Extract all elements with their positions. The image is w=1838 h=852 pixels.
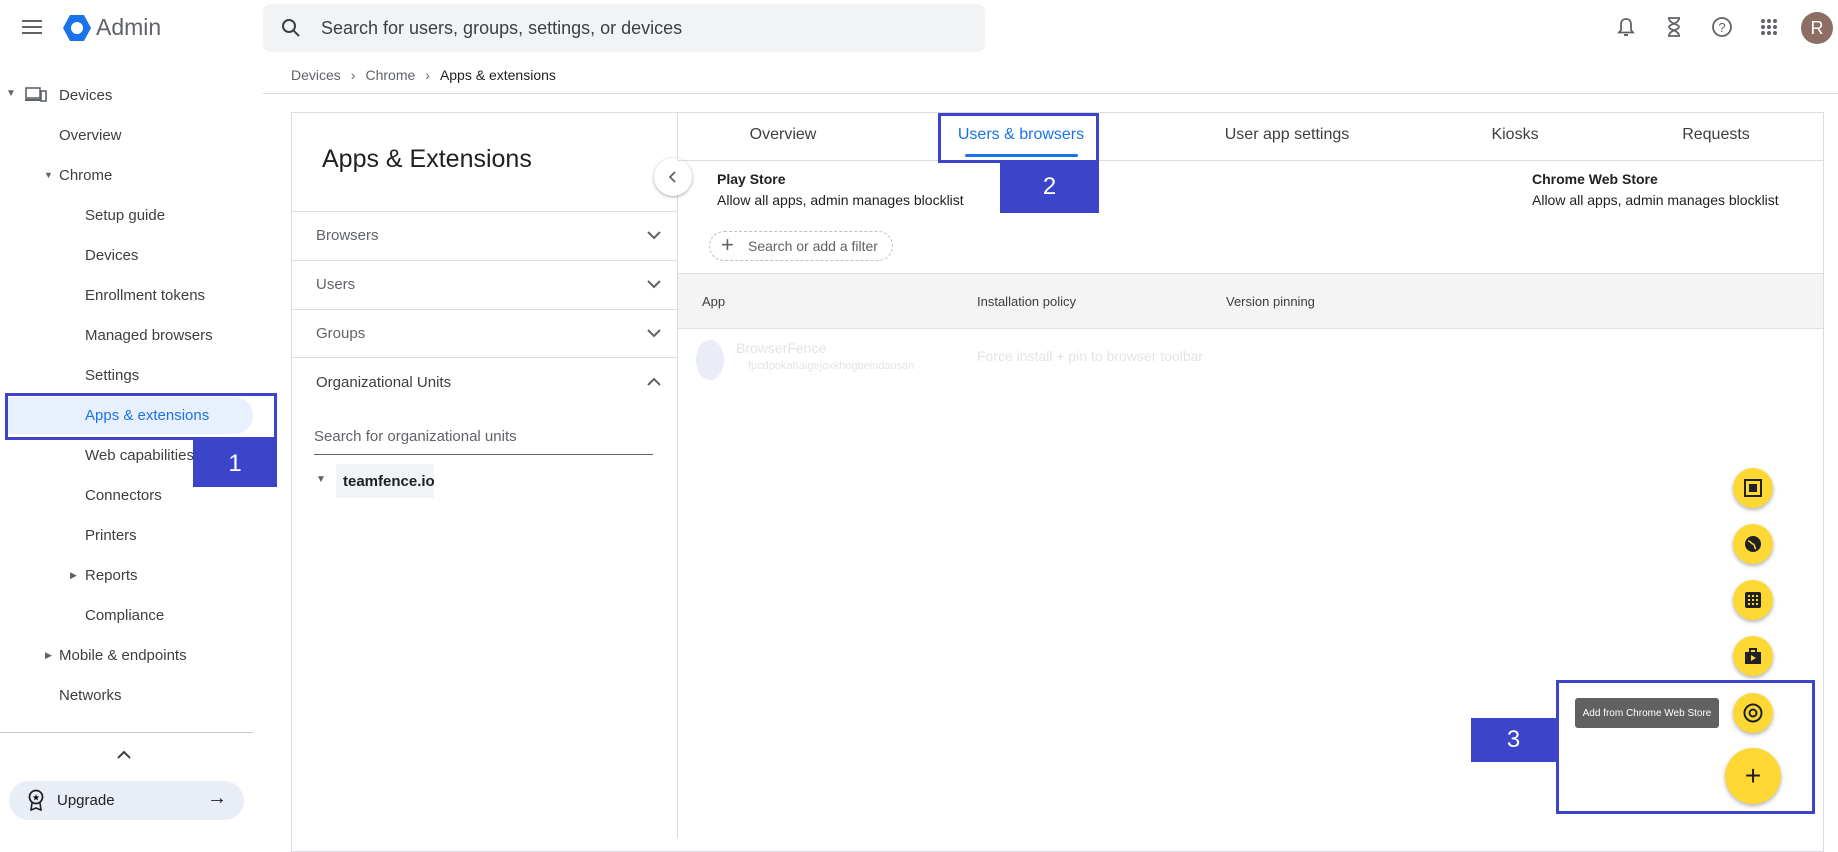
app-name: Admin <box>96 14 162 40</box>
upgrade-button[interactable]: ★ Upgrade → <box>9 781 244 820</box>
devices-icon <box>25 87 47 102</box>
chevron-up-icon[interactable] <box>647 377 661 387</box>
search-input[interactable]: Search for users, groups, settings, or d… <box>263 4 985 52</box>
header-divider <box>263 93 1838 94</box>
tab-requests[interactable]: Requests <box>1682 126 1750 144</box>
add-by-id-button[interactable] <box>1733 580 1773 620</box>
search-icon <box>282 19 300 37</box>
filter-chip[interactable]: + Search or add a filter <box>709 231 893 261</box>
sidebar-item-compliance[interactable]: Compliance <box>85 607 164 624</box>
svg-text:?: ? <box>1718 20 1725 35</box>
sidebar-item-enrollment-tokens[interactable]: Enrollment tokens <box>85 287 205 304</box>
panel-title: Apps & Extensions <box>322 145 532 173</box>
plus-icon: + <box>721 232 734 257</box>
ou-root-node[interactable]: teamfence.io <box>336 464 435 498</box>
ou-search-input[interactable]: Search for organizational units <box>314 428 653 455</box>
sidebar-item-web-capabilities[interactable]: Web capabilities <box>85 447 194 464</box>
chevron-down-icon[interactable] <box>647 328 661 338</box>
col-app[interactable]: App <box>702 294 725 309</box>
col-version-pinning[interactable]: Version pinning <box>1226 294 1315 309</box>
accordion-groups[interactable]: Groups <box>316 325 365 342</box>
caret-right-icon[interactable]: ▶ <box>45 650 52 661</box>
chevron-up-icon[interactable] <box>116 750 132 760</box>
accordion-users[interactable]: Users <box>316 276 355 293</box>
tabs-divider <box>677 160 1824 161</box>
sidebar-item-setup-guide[interactable]: Setup guide <box>85 207 165 224</box>
app-icon <box>696 340 724 380</box>
play-store-icon <box>1745 648 1761 664</box>
avatar[interactable]: R <box>1801 12 1833 44</box>
caret-right-icon[interactable]: ▶ <box>70 570 77 581</box>
annotation-label-3: 3 <box>1471 718 1556 762</box>
hourglass-icon[interactable] <box>1662 15 1686 39</box>
breadcrumb-current: Apps & extensions <box>439 67 556 83</box>
sidebar-item-printers[interactable]: Printers <box>85 527 137 544</box>
play-store-title: Play Store <box>717 171 786 187</box>
cws-title: Chrome Web Store <box>1532 171 1658 187</box>
award-icon: ★ <box>28 789 44 811</box>
upgrade-label: Upgrade <box>57 792 115 809</box>
svg-text:★: ★ <box>32 793 40 803</box>
sidebar-item-chrome[interactable]: Chrome <box>59 167 112 184</box>
sidebar-item-devices-sub[interactable]: Devices <box>85 247 138 264</box>
app-grid-icon <box>1745 592 1761 608</box>
globe-icon <box>1745 536 1761 552</box>
installation-policy-value: Force install + pin to browser toolbar <box>977 348 1204 364</box>
chevron-down-icon[interactable] <box>647 230 661 240</box>
annotation-box-2 <box>938 113 1099 163</box>
accordion-browsers[interactable]: Browsers <box>316 227 379 244</box>
sidebar-item-settings[interactable]: Settings <box>85 367 139 384</box>
app-id: fpcdpokahaigejoxkhogbeindaosan <box>748 360 915 372</box>
caret-down-icon[interactable]: ▼ <box>6 88 16 99</box>
add-android-app-button[interactable] <box>1733 468 1773 508</box>
annotation-label-2: 2 <box>1000 161 1099 213</box>
add-web-app-button[interactable] <box>1733 524 1773 564</box>
caret-down-icon[interactable]: ▼ <box>44 170 53 180</box>
panel-divider <box>677 112 678 838</box>
kiosk-icon <box>1744 479 1762 497</box>
arrow-right-icon: → <box>207 787 227 809</box>
breadcrumb: Devices › Chrome › Apps & extensions <box>291 67 556 83</box>
breadcrumb-chrome[interactable]: Chrome <box>365 67 415 83</box>
apps-grid-icon[interactable] <box>1757 15 1781 39</box>
cws-desc: Allow all apps, admin manages blocklist <box>1532 192 1779 208</box>
menu-icon[interactable] <box>20 14 46 40</box>
tab-kiosks[interactable]: Kiosks <box>1491 126 1538 144</box>
add-from-play-store-button[interactable] <box>1733 636 1773 676</box>
accordion-organizational-units[interactable]: Organizational Units <box>316 374 451 391</box>
caret-down-icon[interactable]: ▼ <box>316 474 326 485</box>
admin-logo-icon[interactable] <box>62 13 92 47</box>
help-icon[interactable]: ? <box>1710 15 1734 39</box>
table-row[interactable]: BrowserFence fpcdpokahaigejoxkhogbeindao… <box>678 330 1823 390</box>
annotation-box-1 <box>5 393 277 440</box>
app-name: BrowserFence <box>736 340 827 356</box>
collapse-panel-button[interactable] <box>654 158 692 196</box>
sidebar-divider <box>0 732 253 733</box>
chevron-left-icon <box>668 171 676 183</box>
chevron-down-icon[interactable] <box>647 279 661 289</box>
tab-overview[interactable]: Overview <box>750 126 817 144</box>
ou-search-placeholder: Search for organizational units <box>314 428 517 445</box>
play-store-desc: Allow all apps, admin manages blocklist <box>717 192 964 208</box>
sidebar-item-managed-browsers[interactable]: Managed browsers <box>85 327 213 344</box>
bell-icon[interactable] <box>1614 15 1638 39</box>
search-placeholder: Search for users, groups, settings, or d… <box>321 18 683 38</box>
sidebar-item-overview[interactable]: Overview <box>59 127 122 144</box>
col-installation-policy[interactable]: Installation policy <box>977 294 1076 309</box>
sidebar-item-reports[interactable]: Reports <box>85 567 138 584</box>
sidebar-item-mobile-endpoints[interactable]: Mobile & endpoints <box>59 647 187 664</box>
filter-placeholder: Search or add a filter <box>748 238 878 254</box>
tab-user-app-settings[interactable]: User app settings <box>1225 126 1350 144</box>
sidebar-item-connectors[interactable]: Connectors <box>85 487 162 504</box>
breadcrumb-devices[interactable]: Devices <box>291 67 341 83</box>
annotation-label-1: 1 <box>193 440 277 487</box>
sidebar-item-devices[interactable]: Devices <box>59 87 112 104</box>
annotation-box-3 <box>1556 680 1815 814</box>
sidebar-item-networks[interactable]: Networks <box>59 687 122 704</box>
